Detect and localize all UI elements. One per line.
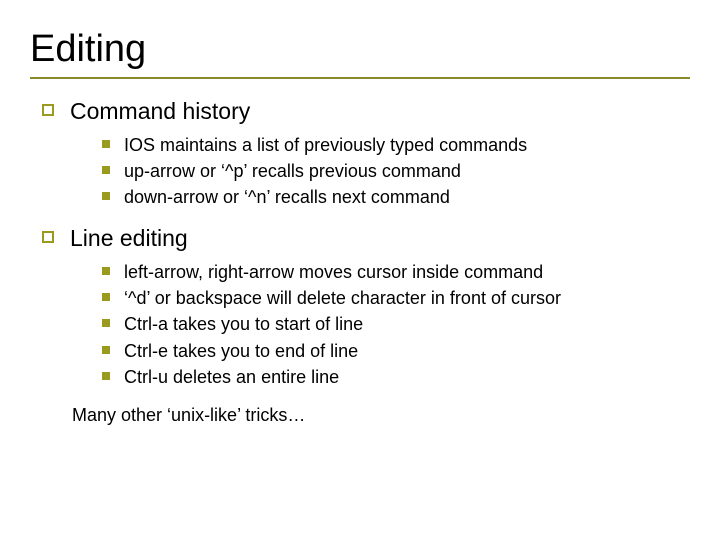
item-text: ‘^d’ or backspace will delete character … [124, 286, 561, 310]
list-item: Ctrl-u deletes an entire line [102, 365, 690, 389]
square-solid-icon [102, 372, 110, 380]
footer-note: Many other ‘unix-like’ tricks… [72, 403, 690, 427]
list-item: down-arrow or ‘^n’ recalls next command [102, 185, 690, 209]
square-solid-icon [102, 319, 110, 327]
slide-title: Editing [30, 28, 690, 71]
command-history-items: IOS maintains a list of previously typed… [102, 133, 690, 210]
section-line-editing: Line editing [42, 224, 690, 254]
list-item: up-arrow or ‘^p’ recalls previous comman… [102, 159, 690, 183]
square-solid-icon [102, 267, 110, 275]
slide: Editing Command history IOS maintains a … [0, 0, 720, 540]
square-outline-icon [42, 231, 54, 243]
list-item: Ctrl-e takes you to end of line [102, 339, 690, 363]
section-heading: Command history [70, 97, 250, 127]
item-text: Ctrl-a takes you to start of line [124, 312, 363, 336]
section-command-history: Command history [42, 97, 690, 127]
line-editing-items: left-arrow, right-arrow moves cursor ins… [102, 260, 690, 389]
square-solid-icon [102, 192, 110, 200]
item-text: up-arrow or ‘^p’ recalls previous comman… [124, 159, 461, 183]
item-text: IOS maintains a list of previously typed… [124, 133, 527, 157]
square-solid-icon [102, 140, 110, 148]
item-text: Ctrl-u deletes an entire line [124, 365, 339, 389]
square-outline-icon [42, 104, 54, 116]
list-item: IOS maintains a list of previously typed… [102, 133, 690, 157]
item-text: down-arrow or ‘^n’ recalls next command [124, 185, 450, 209]
list-item: left-arrow, right-arrow moves cursor ins… [102, 260, 690, 284]
square-solid-icon [102, 166, 110, 174]
item-text: Ctrl-e takes you to end of line [124, 339, 358, 363]
body-list: Command history IOS maintains a list of … [42, 97, 690, 389]
square-solid-icon [102, 346, 110, 354]
list-item: ‘^d’ or backspace will delete character … [102, 286, 690, 310]
list-item: Ctrl-a takes you to start of line [102, 312, 690, 336]
square-solid-icon [102, 293, 110, 301]
item-text: left-arrow, right-arrow moves cursor ins… [124, 260, 543, 284]
title-rule [30, 77, 690, 79]
section-heading: Line editing [70, 224, 188, 254]
